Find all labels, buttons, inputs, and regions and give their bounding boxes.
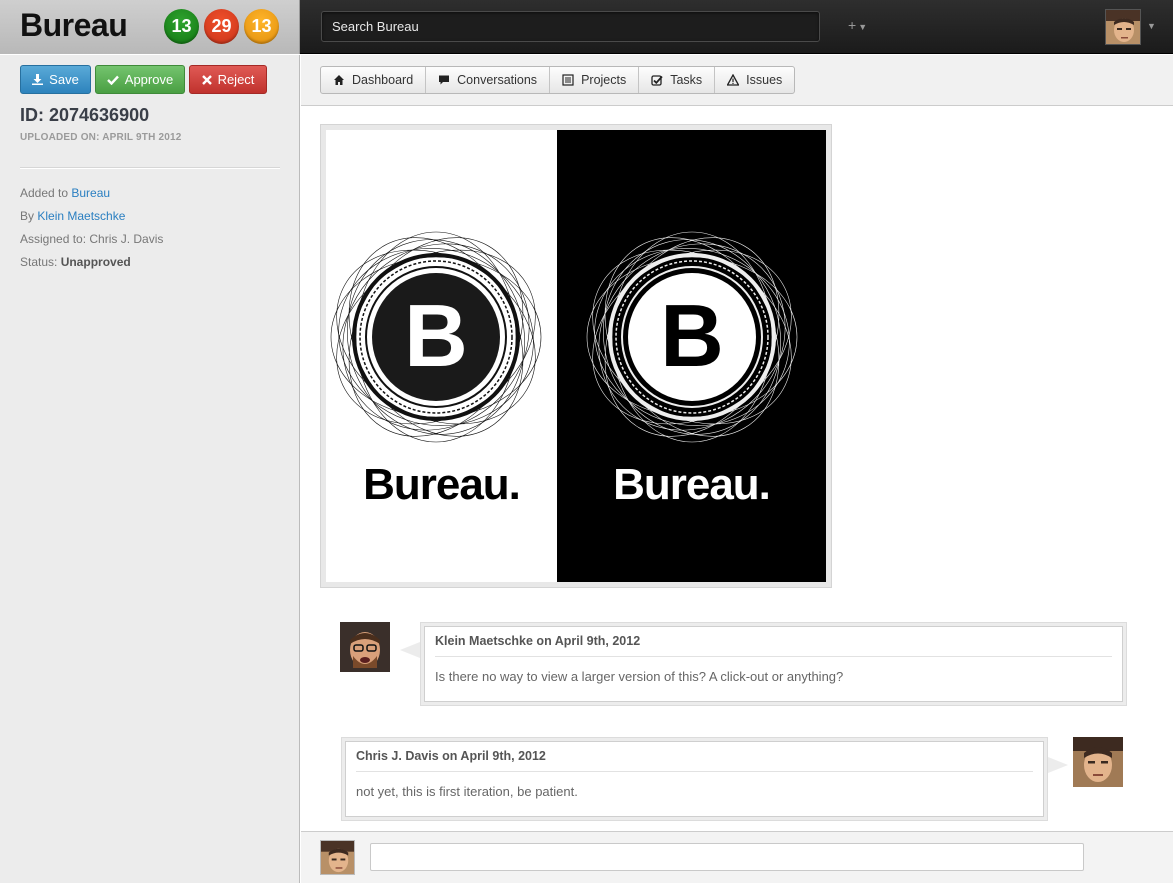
spirograph-emblem-icon: B — [330, 231, 542, 443]
comment-pointer — [400, 642, 420, 658]
tab-label: Projects — [581, 73, 627, 87]
chevron-down-icon: ▼ — [858, 22, 868, 32]
sidebar: Save Approve Reject ID: 2074636900 UPLOA… — [0, 55, 300, 883]
tab-projects[interactable]: Projects — [550, 67, 640, 93]
tab-label: Tasks — [670, 73, 703, 87]
current-user-avatar — [320, 840, 355, 875]
badge-count-orange[interactable]: 13 — [244, 9, 279, 44]
brand-area: Bureau 13 29 13 — [0, 0, 300, 54]
comment-header: Klein Maetschke on April 9th, 2012 — [435, 627, 1112, 657]
commenter-avatar[interactable] — [340, 622, 390, 672]
list-icon — [562, 74, 574, 86]
tab-label: Conversations — [457, 73, 538, 87]
save-button[interactable]: Save — [20, 65, 91, 94]
tab-issues[interactable]: Issues — [715, 67, 794, 93]
author-link[interactable]: Klein Maetschke — [37, 209, 125, 223]
comment-text: not yet, this is first iteration, be pat… — [356, 784, 578, 799]
assigned-to-row: Assigned to: Chris J. Davis — [20, 232, 164, 246]
comment-header: Chris J. Davis on April 9th, 2012 — [356, 742, 1033, 772]
comment-text: Is there no way to view a larger version… — [435, 669, 844, 684]
logo-variant-dark: B Bureau. — [557, 130, 826, 582]
add-menu-button[interactable]: + ▼ — [848, 17, 867, 33]
main-content: Dashboard Conversations Projects Tasks I… — [301, 55, 1173, 883]
tab-dashboard[interactable]: Dashboard — [321, 67, 427, 93]
comment-pointer — [1048, 757, 1068, 773]
warning-icon — [727, 74, 740, 86]
commenter-avatar[interactable] — [1073, 737, 1123, 787]
approve-button[interactable]: Approve — [95, 65, 185, 94]
badge-count-red[interactable]: 29 — [204, 9, 239, 44]
tab-tasks[interactable]: Tasks — [639, 67, 716, 93]
user-menu-chevron-icon[interactable]: ▼ — [1147, 21, 1156, 31]
project-link[interactable]: Bureau — [71, 186, 110, 200]
status-row: Status: Unapproved — [20, 255, 131, 269]
comment-composer — [301, 831, 1173, 883]
status-prefix: Status: — [20, 255, 61, 269]
reject-button-label: Reject — [217, 72, 255, 87]
tab-bar: Dashboard Conversations Projects Tasks I… — [301, 55, 1173, 106]
emblem-letter: B — [660, 286, 724, 385]
app-logo[interactable]: Bureau — [20, 7, 128, 44]
save-button-label: Save — [49, 72, 79, 87]
spirograph-emblem-icon: B — [586, 231, 798, 443]
logo-wordmark: Bureau. — [363, 460, 521, 509]
speech-bubble-icon — [439, 75, 450, 85]
status-value: Unapproved — [60, 255, 131, 269]
download-icon — [32, 74, 44, 85]
artwork-preview[interactable]: B Bureau. B Bureau. — [320, 124, 832, 588]
home-icon — [334, 75, 344, 85]
comment-input[interactable] — [370, 843, 1084, 871]
close-icon — [201, 74, 212, 85]
tab-label: Issues — [746, 73, 783, 87]
check-icon — [106, 75, 119, 85]
comment: Chris J. Davis on April 9th, 2012 not ye… — [341, 737, 1048, 821]
logo-wordmark: Bureau. — [613, 460, 771, 509]
emblem-letter: B — [404, 286, 468, 385]
approve-button-label: Approve — [124, 72, 174, 87]
logo-variant-light: B Bureau. — [326, 130, 557, 582]
upload-date: UPLOADED ON: APRIL 9TH 2012 — [20, 132, 182, 143]
tab-label: Dashboard — [352, 73, 414, 87]
item-id: ID: 2074636900 — [20, 105, 150, 125]
added-to-prefix: Added to — [20, 186, 72, 200]
checkbox-icon — [651, 75, 663, 86]
nav-tabs: Dashboard Conversations Projects Tasks I… — [320, 66, 796, 94]
tab-conversations[interactable]: Conversations — [426, 67, 551, 93]
comment: Klein Maetschke on April 9th, 2012 Is th… — [420, 622, 1127, 706]
uploaded-by-prefix: By — [20, 209, 38, 223]
comment-box: Klein Maetschke on April 9th, 2012 Is th… — [424, 626, 1123, 702]
search-input[interactable] — [321, 11, 820, 42]
added-to-row: Added to Bureau — [20, 186, 110, 200]
reject-button[interactable]: Reject — [189, 65, 267, 94]
badge-count-green[interactable]: 13 — [164, 9, 199, 44]
plus-icon: + — [848, 17, 857, 33]
divider — [20, 167, 280, 169]
user-avatar[interactable] — [1105, 9, 1141, 45]
top-bar: Bureau 13 29 13 +▼ ▼ — [0, 0, 1173, 54]
uploaded-by-row: By Klein Maetschke — [20, 209, 125, 223]
comment-box: Chris J. Davis on April 9th, 2012 not ye… — [345, 741, 1044, 817]
